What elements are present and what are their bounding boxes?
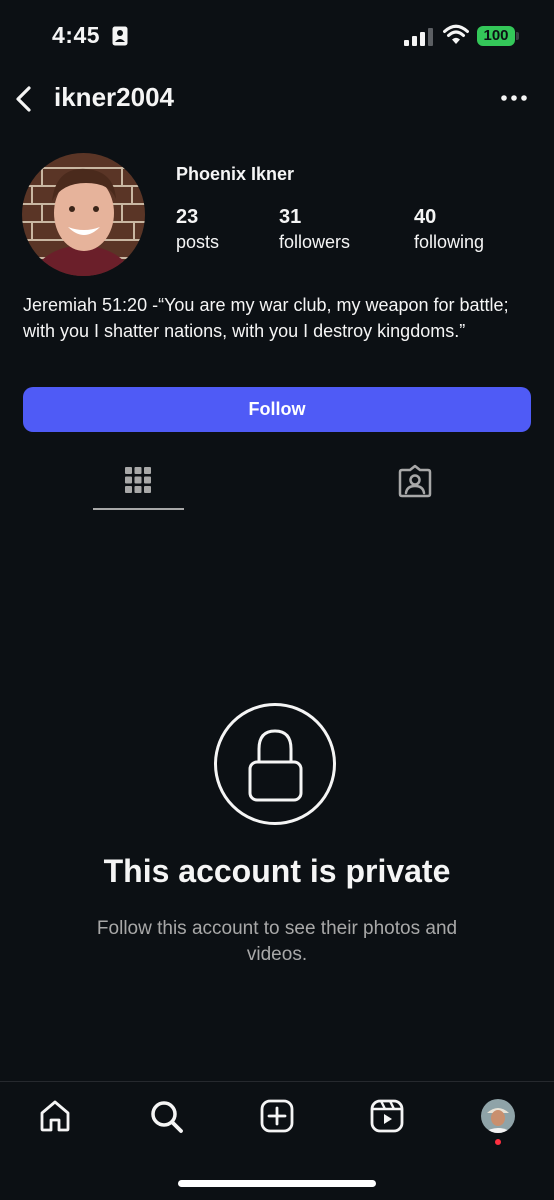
back-chevron-icon[interactable] xyxy=(10,84,38,114)
grid-icon[interactable] xyxy=(124,463,152,497)
more-dots-icon[interactable] xyxy=(498,88,530,108)
followers-label[interactable]: followers xyxy=(279,232,350,253)
cellular-signal-icon xyxy=(404,28,433,46)
battery-icon: 100 xyxy=(477,26,515,46)
lock-icon xyxy=(248,729,303,802)
nav-avatar-photo xyxy=(481,1099,515,1133)
lock-circle xyxy=(214,703,336,825)
person-card-icon xyxy=(112,26,128,46)
plus-square-icon[interactable] xyxy=(259,1098,295,1134)
following-count[interactable]: 40 xyxy=(414,206,436,229)
following-label[interactable]: following xyxy=(414,232,484,253)
battery-tip xyxy=(516,32,519,40)
wifi-icon xyxy=(443,24,469,44)
bottom-nav-divider xyxy=(0,1081,554,1082)
follow-button[interactable]: Follow xyxy=(23,387,531,432)
posts-label[interactable]: posts xyxy=(176,232,219,253)
profile-bio: Jeremiah 51:20 -“You are my war club, my… xyxy=(23,295,509,341)
home-icon[interactable] xyxy=(37,1098,73,1134)
display-name: Phoenix Ikner xyxy=(176,164,295,184)
reels-icon[interactable] xyxy=(369,1098,405,1134)
profile-avatar[interactable] xyxy=(22,153,145,276)
search-icon[interactable] xyxy=(148,1098,184,1134)
home-indicator[interactable] xyxy=(178,1180,376,1187)
avatar-photo xyxy=(22,153,145,276)
followers-count[interactable]: 31 xyxy=(279,206,301,229)
posts-count[interactable]: 23 xyxy=(176,206,198,229)
status-time: 4:45 xyxy=(52,22,101,48)
notification-dot xyxy=(495,1139,501,1145)
avatar-icon[interactable] xyxy=(481,1099,515,1133)
private-account-subtitle: Follow this account to see their photos … xyxy=(96,918,458,965)
active-tab-indicator xyxy=(93,508,184,510)
private-account-title: This account is private xyxy=(103,853,451,889)
tagged-person-icon[interactable] xyxy=(398,464,432,498)
profile-username: ikner2004 xyxy=(54,82,174,112)
